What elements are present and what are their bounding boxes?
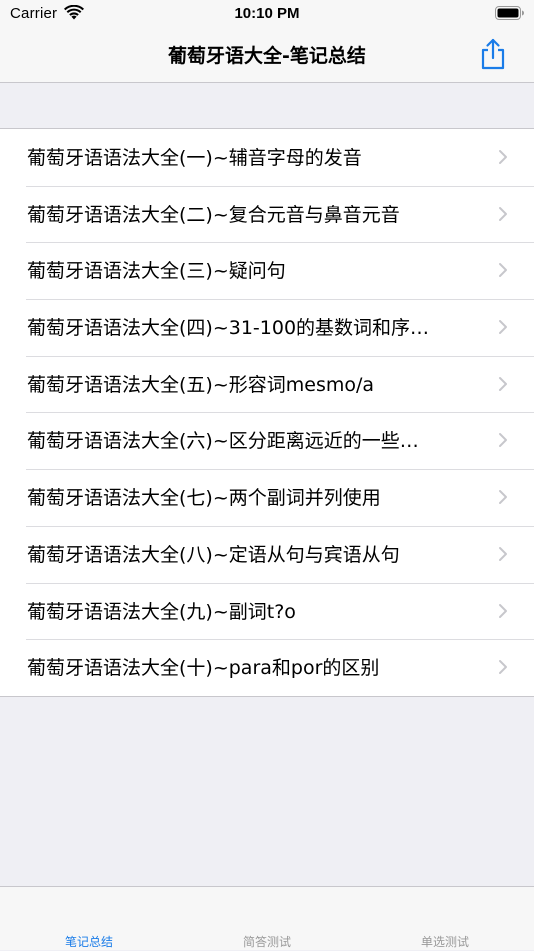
tab-bar: 笔记总结 简答测试 单选测试: [0, 886, 534, 950]
list-item-label: 葡萄牙语语法大全(四)~31-100的基数词和序…: [27, 317, 430, 340]
status-time: 10:10 PM: [234, 5, 300, 22]
list-item[interactable]: 葡萄牙语语法大全(八)~定语从句与宾语从句: [0, 525, 534, 583]
chevron-right-icon: [499, 376, 507, 391]
tab-label: 简答测试: [242, 935, 291, 949]
list-item[interactable]: 葡萄牙语语法大全(四)~31-100的基数词和序…: [0, 299, 534, 356]
share-icon: [481, 38, 505, 70]
list-item-label: 葡萄牙语语法大全(二)~复合元音与鼻音元音: [27, 203, 400, 226]
list-item[interactable]: 葡萄牙语语法大全(九)~副词t?o: [0, 582, 534, 640]
list-item-label: 葡萄牙语语法大全(三)~疑问句: [27, 260, 286, 283]
tab-short-answer-test[interactable]: 简答测试: [178, 887, 356, 951]
list-item-label: 葡萄牙语语法大全(六)~区分距离远近的一些…: [27, 430, 419, 453]
chevron-right-icon: [499, 150, 507, 164]
page-title: 葡萄牙语大全-笔记总结: [168, 45, 366, 67]
list-item-label: 葡萄牙语语法大全(七)~两个副词并列使用: [27, 487, 381, 510]
chevron-right-icon: [499, 660, 507, 675]
list-item[interactable]: 葡萄牙语语法大全(三)~疑问句: [0, 242, 534, 299]
tab-notes-summary[interactable]: 笔记总结: [0, 887, 178, 951]
chevron-right-icon: [499, 603, 507, 618]
list-item-label: 葡萄牙语语法大全(十)~para和por的区别: [27, 657, 380, 680]
tab-single-choice-test[interactable]: 单选测试: [356, 887, 534, 951]
chevron-right-icon: [499, 206, 507, 221]
battery-icon: [495, 6, 524, 20]
status-bar: Carrier 10:10 PM: [0, 0, 534, 28]
navigation-bar: 葡萄牙语大全-笔记总结: [0, 28, 534, 83]
chevron-right-icon: [499, 490, 507, 505]
list-item[interactable]: 葡萄牙语语法大全(七)~两个副词并列使用: [0, 469, 534, 526]
list-item-label: 葡萄牙语语法大全(九)~副词t?o: [27, 600, 296, 623]
list-item-label: 葡萄牙语语法大全(五)~形容词mesmo/a: [27, 373, 375, 396]
share-button[interactable]: [474, 34, 512, 74]
chevron-right-icon: [499, 263, 507, 278]
list-item[interactable]: 葡萄牙语语法大全(五)~形容词mesmo/a: [0, 355, 534, 413]
list-item[interactable]: 葡萄牙语语法大全(一)~辅音字母的发音: [0, 129, 534, 186]
notes-list: 葡萄牙语语法大全(一)~辅音字母的发音 葡萄牙语语法大全(二)~复合元音与鼻音元…: [0, 128, 534, 697]
list-item[interactable]: 葡萄牙语语法大全(二)~复合元音与鼻音元音: [0, 185, 534, 243]
chevron-right-icon: [499, 320, 507, 335]
tab-label: 单选测试: [420, 935, 469, 949]
chevron-right-icon: [499, 433, 507, 448]
list-item-label: 葡萄牙语语法大全(一)~辅音字母的发音: [27, 147, 362, 169]
list-item[interactable]: 葡萄牙语语法大全(十)~para和por的区别: [0, 639, 534, 696]
chevron-right-icon: [499, 546, 507, 561]
list-item-label: 葡萄牙语语法大全(八)~定语从句与宾语从句: [27, 543, 400, 566]
list-item[interactable]: 葡萄牙语语法大全(六)~区分距离远近的一些…: [0, 412, 534, 469]
tab-label: 笔记总结: [64, 935, 113, 949]
